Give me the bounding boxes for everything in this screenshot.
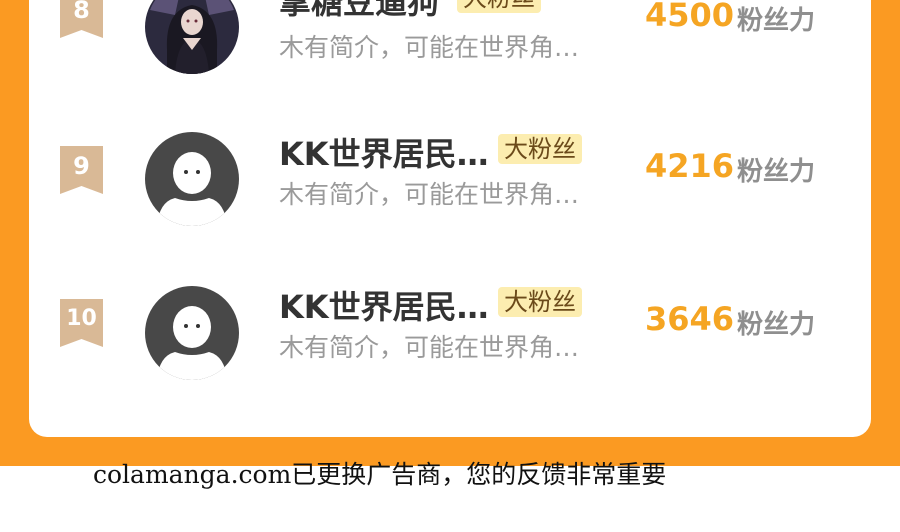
fan-ranking-card: 8 拿糖豆逼狗 大粉丝 木有简介，可能在世界角… 4500 粉丝力 9 [29, 0, 871, 437]
default-user-avatar[interactable] [145, 286, 239, 380]
ranking-row[interactable]: 8 拿糖豆逼狗 大粉丝 木有简介，可能在世界角… 4500 粉丝力 [29, 0, 871, 75]
user-bio: 木有简介，可能在世界角… [279, 33, 580, 62]
rank-ribbon-icon: 10 [60, 299, 103, 347]
ad-notice-text: colamanga.com已更换广告商，您的反馈非常重要 [93, 460, 667, 489]
user-name[interactable]: 拿糖豆逼狗 [279, 0, 439, 23]
user-name[interactable]: KK世界居民… [279, 282, 489, 328]
fan-power-unit: 粉丝力 [737, 157, 816, 187]
fan-level-badge: 大粉丝 [457, 0, 541, 13]
fan-power-unit: 粉丝力 [737, 310, 816, 340]
rank-ribbon-icon: 8 [60, 0, 103, 38]
fan-power-score: 4216 [645, 147, 735, 185]
rank-number: 9 [73, 152, 90, 180]
user-name[interactable]: KK世界居民… [279, 129, 489, 175]
fan-level-badge: 大粉丝 [498, 134, 582, 164]
default-user-avatar[interactable] [145, 132, 239, 226]
fan-power-unit: 粉丝力 [737, 6, 816, 36]
fan-power-score: 3646 [645, 300, 735, 338]
user-bio: 木有简介，可能在世界角… [279, 333, 580, 362]
rank-number: 8 [73, 0, 90, 24]
rank-ribbon-icon: 9 [60, 146, 103, 194]
ranking-row[interactable]: 10 KK世界居民… 大粉丝 木有简介，可能在世界角… 3646 粉丝力 [29, 264, 871, 384]
fan-level-badge: 大粉丝 [498, 287, 582, 317]
user-bio: 木有简介，可能在世界角… [279, 180, 580, 209]
anime-girl-avatar[interactable] [145, 0, 239, 74]
rank-number: 10 [66, 306, 97, 331]
ranking-row[interactable]: 9 KK世界居民… 大粉丝 木有简介，可能在世界角… 4216 粉丝力 [29, 110, 871, 230]
fan-power-score: 4500 [645, 0, 735, 34]
